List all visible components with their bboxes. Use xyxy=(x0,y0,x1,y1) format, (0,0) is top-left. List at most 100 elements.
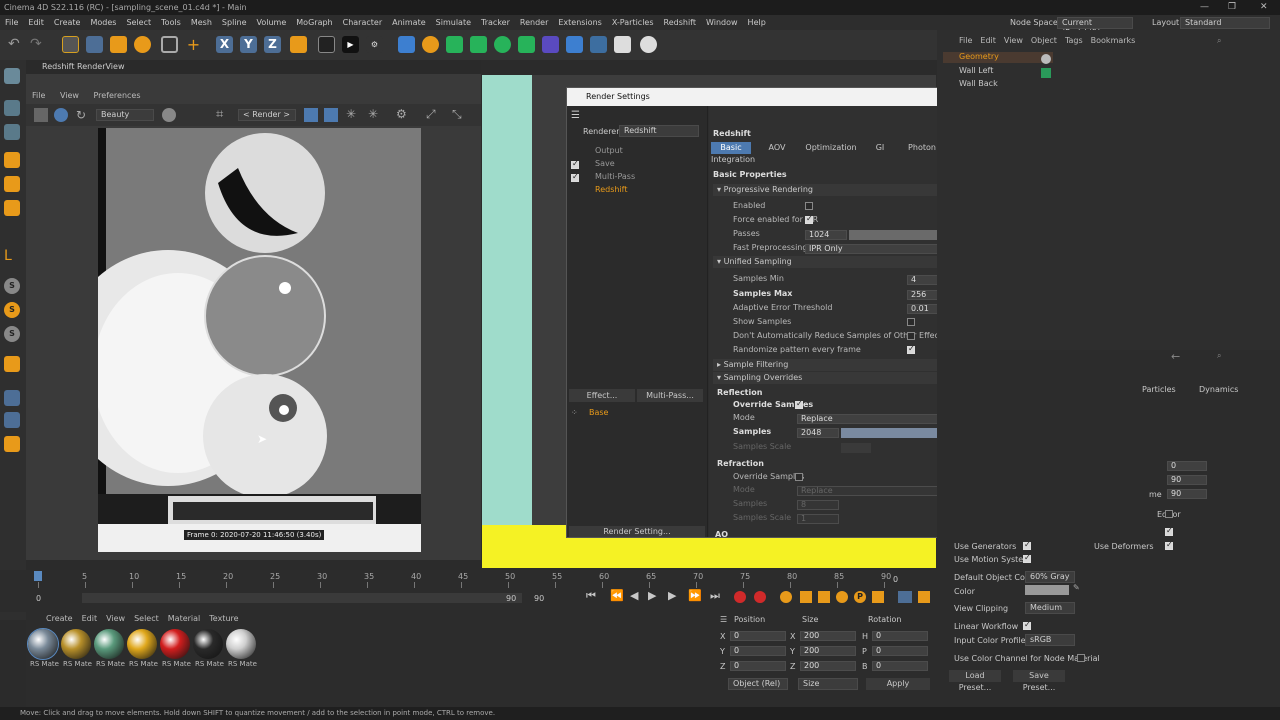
transform-icon[interactable] xyxy=(161,36,178,53)
render-canvas[interactable] xyxy=(98,128,421,552)
render-mode-select[interactable]: < Render > xyxy=(238,109,296,121)
menu-file[interactable]: File xyxy=(0,15,23,30)
enabled-checkbox[interactable] xyxy=(805,202,813,210)
pen-icon[interactable] xyxy=(422,36,439,53)
node-space-select[interactable]: Current (Redshift) xyxy=(1057,17,1133,37)
coord-mode-select[interactable]: Object (Rel) xyxy=(728,678,788,690)
show-samples-checkbox[interactable] xyxy=(907,318,915,326)
model-mode-icon[interactable] xyxy=(4,100,20,116)
x-axis-icon[interactable]: X xyxy=(216,36,233,53)
aov-select[interactable]: Beauty xyxy=(96,109,154,121)
coord-input[interactable]: 0 xyxy=(730,661,786,671)
attr-checkbox[interactable] xyxy=(1165,526,1173,536)
tree-item-save[interactable]: Save xyxy=(595,159,615,168)
material-menu-material[interactable]: Material xyxy=(168,614,201,623)
coord-input[interactable]: 0 xyxy=(872,646,928,656)
sun-icon[interactable]: ✳ xyxy=(346,107,356,121)
material-swatch[interactable] xyxy=(94,629,124,659)
rotate-icon[interactable] xyxy=(134,36,151,53)
next-frame-icon[interactable]: ▶ xyxy=(668,589,676,602)
layout-select[interactable]: Standard xyxy=(1180,17,1270,29)
base-item[interactable]: Base xyxy=(589,408,608,417)
bend-icon[interactable] xyxy=(542,36,559,53)
save-preset-button[interactable]: Save Preset... xyxy=(1013,670,1065,692)
editor-checkbox[interactable] xyxy=(1165,510,1173,518)
default-color-select[interactable]: 60% Gray xyxy=(1025,571,1075,583)
tab-aov[interactable]: AOV xyxy=(755,142,799,154)
size-mode-select[interactable]: Size xyxy=(798,678,858,690)
renderview-menu-view[interactable]: View xyxy=(60,91,79,100)
solo-hierarchy-icon[interactable]: S xyxy=(4,302,20,318)
render-picture-icon[interactable]: ▶ xyxy=(342,36,359,53)
key-scale-icon[interactable] xyxy=(818,591,830,603)
edges-mode-icon[interactable] xyxy=(4,176,20,192)
refraction-samples-input[interactable]: 8 xyxy=(797,500,839,510)
timeline-playhead[interactable] xyxy=(34,571,42,581)
renderview-menu-file[interactable]: File xyxy=(32,91,45,100)
material-swatch[interactable] xyxy=(160,629,190,659)
object-row-geometry[interactable]: Geometry xyxy=(943,52,1053,63)
select-icon[interactable] xyxy=(62,36,79,53)
tree-item-redshift[interactable]: Redshift xyxy=(595,185,627,194)
material-swatch[interactable] xyxy=(127,629,157,659)
tab-particles[interactable]: Particles xyxy=(1142,385,1176,394)
crop-icon[interactable]: ⌗ xyxy=(216,107,223,122)
menu-x-particles[interactable]: X-Particles xyxy=(607,15,659,30)
coord-input[interactable]: 0 xyxy=(730,631,786,641)
key-param-icon[interactable]: P xyxy=(854,591,866,603)
timeline-end[interactable]: 90 xyxy=(534,594,544,603)
use-motion-checkbox[interactable] xyxy=(1023,553,1031,563)
menu-mesh[interactable]: Mesh xyxy=(186,15,217,30)
load-preset-button[interactable]: Load Preset... xyxy=(949,670,1001,692)
use-deformers-checkbox[interactable] xyxy=(1165,540,1173,550)
view-clipping-select[interactable]: Medium xyxy=(1025,602,1075,614)
snap-icon[interactable]: L xyxy=(4,248,20,264)
use-color-channel-checkbox[interactable] xyxy=(1077,654,1085,662)
stop-render-icon[interactable] xyxy=(54,108,68,122)
object-menu-bookmarks[interactable]: Bookmarks xyxy=(1091,36,1136,45)
close-icon[interactable]: ✕ xyxy=(1260,0,1268,15)
renderview-menu-preferences[interactable]: Preferences xyxy=(93,91,140,100)
tab-optimization[interactable]: Optimization xyxy=(801,142,861,154)
render-setting-button[interactable]: Render Setting... xyxy=(569,526,705,537)
input-profile-select[interactable]: sRGB xyxy=(1025,634,1075,646)
render-settings-icon[interactable]: ⚙ xyxy=(366,36,383,53)
object-menu-view[interactable]: View xyxy=(1004,36,1023,45)
save-image-icon[interactable] xyxy=(34,108,48,122)
render-view-icon[interactable] xyxy=(318,36,335,53)
renderer-select[interactable]: Redshift xyxy=(619,125,699,137)
material-menu-edit[interactable]: Edit xyxy=(82,614,98,623)
grid-view-icon[interactable] xyxy=(324,108,338,122)
workplane-icon[interactable] xyxy=(4,412,20,428)
prev-key-icon[interactable]: ⏪ xyxy=(610,589,624,602)
object-menu-edit[interactable]: Edit xyxy=(980,36,996,45)
object-menu-object[interactable]: Object xyxy=(1031,36,1057,45)
redo-icon[interactable]: ↷ xyxy=(30,36,47,53)
object-menu-file[interactable]: File xyxy=(959,36,972,45)
tree-checkbox-save[interactable] xyxy=(571,159,579,169)
menu-tracker[interactable]: Tracker xyxy=(476,15,515,30)
reflection-samples-input[interactable]: 2048 xyxy=(797,428,839,438)
refraction-override-checkbox[interactable] xyxy=(795,473,803,481)
array-icon[interactable] xyxy=(494,36,511,53)
menu-mograph[interactable]: MoGraph xyxy=(291,15,337,30)
linear-workflow-checkbox[interactable] xyxy=(1023,620,1031,630)
eyedropper-icon[interactable]: ✎ xyxy=(1073,583,1080,592)
material-tag-icon[interactable] xyxy=(1041,54,1051,64)
record-icon[interactable] xyxy=(734,591,746,603)
material-swatch[interactable] xyxy=(61,629,91,659)
coord-input[interactable]: 0 xyxy=(872,661,928,671)
keyframe-icon[interactable] xyxy=(780,591,792,603)
material-menu-select[interactable]: Select xyxy=(134,614,159,623)
lock-icon[interactable] xyxy=(304,108,318,122)
deformer-icon[interactable] xyxy=(518,36,535,53)
tab-dynamics[interactable]: Dynamics xyxy=(1199,385,1238,394)
menu-create[interactable]: Create xyxy=(49,15,86,30)
coord-input[interactable]: 200 xyxy=(800,646,856,656)
light-icon[interactable] xyxy=(640,36,657,53)
material-tag-icon[interactable] xyxy=(1041,68,1051,78)
menu-simulate[interactable]: Simulate xyxy=(431,15,476,30)
restore-icon[interactable]: ❐ xyxy=(1228,0,1236,15)
menu-volume[interactable]: Volume xyxy=(252,15,292,30)
menu-character[interactable]: Character xyxy=(338,15,388,30)
